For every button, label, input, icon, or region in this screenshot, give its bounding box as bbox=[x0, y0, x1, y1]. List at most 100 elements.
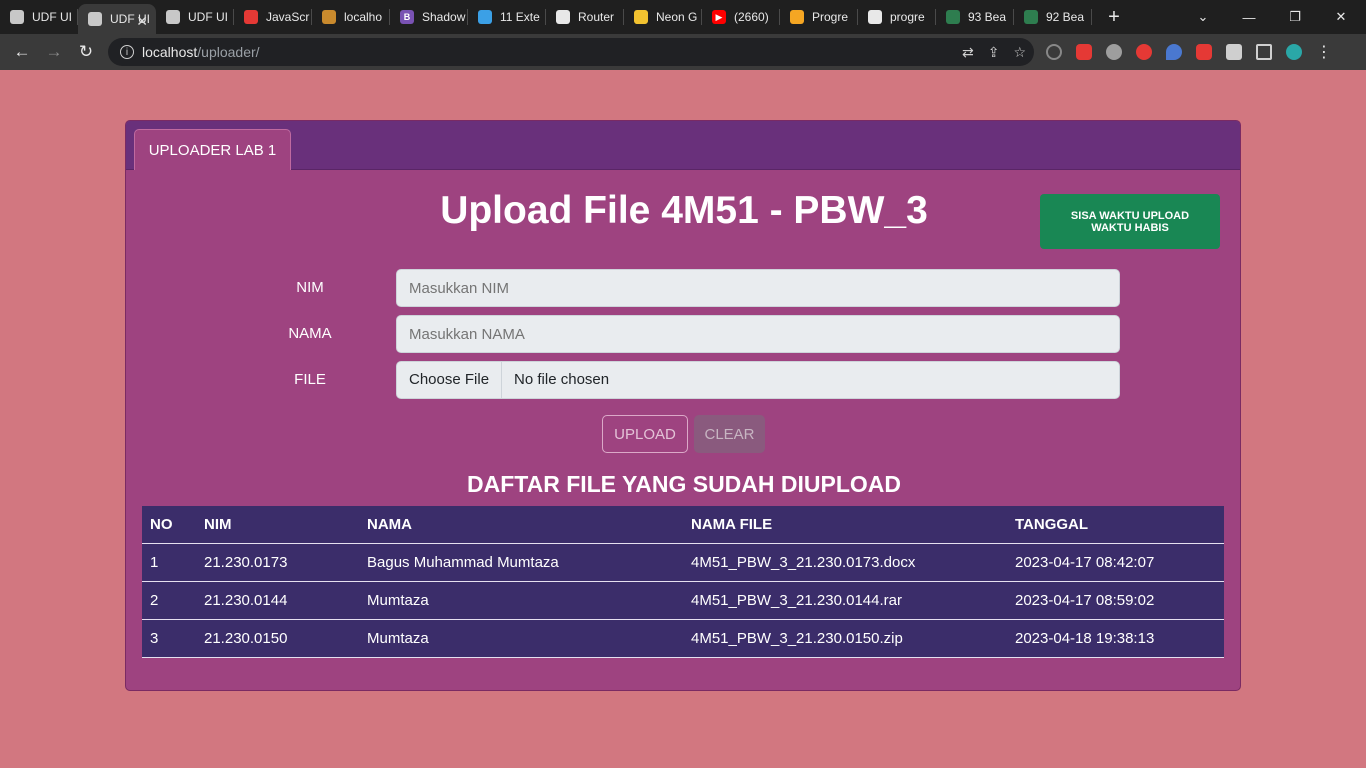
cell-tanggal: 2023-04-17 08:59:02 bbox=[1007, 581, 1224, 620]
header-tanggal: TANGGAL bbox=[1007, 506, 1224, 544]
cell-nim: 21.230.0144 bbox=[196, 581, 359, 620]
cell-nama: Mumtaza bbox=[359, 581, 683, 620]
url-host: localhost bbox=[142, 44, 198, 60]
refresh-ext-icon[interactable] bbox=[1046, 44, 1062, 60]
browser-tab[interactable]: progre bbox=[858, 0, 936, 34]
puzzle-extensions-icon[interactable] bbox=[1226, 44, 1242, 60]
header-nim: NIM bbox=[196, 506, 359, 544]
browser-tab[interactable]: UDF UI bbox=[0, 0, 78, 34]
browser-tab[interactable]: localho bbox=[312, 0, 390, 34]
cell-no: 3 bbox=[142, 619, 196, 658]
tab-favicon-icon bbox=[322, 10, 336, 24]
translate-icon[interactable]: ⇄ bbox=[962, 44, 974, 61]
location-ext-icon[interactable] bbox=[1166, 44, 1182, 60]
share-icon[interactable]: ⇪ bbox=[988, 44, 1000, 61]
browser-tab[interactable]: ▶ (2660) bbox=[702, 0, 780, 34]
cell-nama-file: 4M51_PBW_3_21.230.0150.zip bbox=[683, 619, 1007, 658]
browser-tab[interactable]: UDF UI bbox=[156, 0, 234, 34]
reload-icon[interactable]: ↻ bbox=[70, 42, 102, 62]
nama-label: NAMA bbox=[288, 325, 332, 342]
nama-input[interactable] bbox=[396, 315, 1120, 353]
cell-no: 1 bbox=[142, 543, 196, 582]
cell-nim: 21.230.0150 bbox=[196, 619, 359, 658]
tab-favicon-icon bbox=[244, 10, 258, 24]
clear-button[interactable]: CLEAR bbox=[694, 415, 765, 453]
cell-tanggal: 2023-04-17 08:42:07 bbox=[1007, 543, 1224, 582]
upload-timer-button[interactable]: SISA WAKTU UPLOAD WAKTU HABIS bbox=[1040, 194, 1220, 249]
browser-tab[interactable]: 93 Bea bbox=[936, 0, 1014, 34]
file-input[interactable]: Choose File No file chosen bbox=[396, 361, 1120, 399]
chat-ext-icon[interactable] bbox=[1136, 44, 1152, 60]
nim-input[interactable] bbox=[396, 269, 1120, 307]
menu-kebab-icon[interactable]: ⋮ bbox=[1316, 42, 1332, 62]
tab-favicon-icon bbox=[634, 10, 648, 24]
tab-favicon-icon bbox=[946, 10, 960, 24]
tab-favicon-icon bbox=[478, 10, 492, 24]
back-icon[interactable]: ← bbox=[6, 42, 38, 62]
url-path: /uploader/ bbox=[197, 44, 260, 60]
file-label: FILE bbox=[294, 371, 326, 388]
browser-tab[interactable]: JavaScr bbox=[234, 0, 312, 34]
browser-tab[interactable]: Router bbox=[546, 0, 624, 34]
cell-no: 2 bbox=[142, 581, 196, 620]
bookmark-star-icon[interactable]: ☆ bbox=[1013, 44, 1026, 61]
tab-favicon-icon bbox=[1024, 10, 1038, 24]
tab-title: Shadow bbox=[422, 10, 466, 24]
tab-title: Neon G bbox=[656, 10, 698, 24]
cell-nama: Bagus Muhammad Mumtaza bbox=[359, 543, 683, 582]
table-header-row: NO NIM NAMA NAMA FILE TANGGAL bbox=[142, 506, 1224, 544]
header-nama: NAMA bbox=[359, 506, 683, 544]
cell-nim: 21.230.0173 bbox=[196, 543, 359, 582]
choose-file-button[interactable]: Choose File bbox=[397, 362, 503, 398]
tab-favicon-icon bbox=[10, 10, 24, 24]
tab-uploader-lab-1[interactable]: UPLOADER LAB 1 bbox=[134, 129, 291, 170]
tab-title: (2660) bbox=[734, 10, 769, 24]
tab-search-icon[interactable]: ⌄ bbox=[1180, 9, 1226, 25]
nim-label: NIM bbox=[296, 279, 324, 296]
table-row: 2 21.230.0144 Mumtaza 4M51_PBW_3_21.230.… bbox=[142, 581, 1224, 620]
profile-avatar-icon[interactable] bbox=[1286, 44, 1302, 60]
file-status: No file chosen bbox=[514, 371, 610, 388]
browser-tab[interactable]: Progre bbox=[780, 0, 858, 34]
tab-title: progre bbox=[890, 10, 925, 24]
browser-tab[interactable]: UDF UI ✕ bbox=[78, 4, 156, 34]
site-info-icon[interactable]: i bbox=[120, 45, 134, 59]
browser-tab-strip: UDF UI UDF UI ✕ UDF UI JavaScr localho B Shadow… bbox=[0, 0, 1366, 34]
tab-favicon-icon bbox=[166, 10, 180, 24]
forward-icon[interactable]: → bbox=[38, 42, 70, 62]
timer-status: WAKTU HABIS bbox=[1091, 221, 1169, 234]
adblock-ext-icon[interactable] bbox=[1076, 44, 1092, 60]
address-bar[interactable]: i localhost/uploader/ ⇄ ⇪ ☆ bbox=[108, 38, 1034, 66]
uploaded-list-title: DAFTAR FILE YANG SUDAH DIUPLOAD bbox=[466, 471, 902, 497]
uploader-card: UPLOADER LAB 1 Upload File 4M51 - PBW_3 … bbox=[125, 120, 1241, 691]
new-tab-button[interactable]: + bbox=[1096, 6, 1132, 29]
browser-tab[interactable]: 92 Bea bbox=[1014, 0, 1092, 34]
side-panel-icon[interactable] bbox=[1256, 44, 1272, 60]
omnibox-actions: ⇄ ⇪ ☆ bbox=[962, 38, 1026, 66]
tab-title: 92 Bea bbox=[1046, 10, 1085, 24]
close-window-icon[interactable]: ✕ bbox=[1318, 9, 1364, 25]
cell-nama-file: 4M51_PBW_3_21.230.0144.rar bbox=[683, 581, 1007, 620]
cell-nama-file: 4M51_PBW_3_21.230.0173.docx bbox=[683, 543, 1007, 582]
tab-title: Progre bbox=[812, 10, 849, 24]
tab-favicon-icon: B bbox=[400, 10, 414, 24]
tab-favicon-icon bbox=[868, 10, 882, 24]
browser-tab[interactable]: Neon G bbox=[624, 0, 702, 34]
restore-icon[interactable]: ❐ bbox=[1272, 9, 1318, 25]
cell-nama: Mumtaza bbox=[359, 619, 683, 658]
globe-ext-icon[interactable] bbox=[1106, 44, 1122, 60]
cell-tanggal: 2023-04-18 19:38:13 bbox=[1007, 619, 1224, 658]
tab-title: JavaScr bbox=[266, 10, 310, 24]
tab-close-icon[interactable]: ✕ bbox=[136, 13, 148, 30]
extension-icons: ⋮ bbox=[1046, 34, 1332, 70]
tab-favicon-icon bbox=[556, 10, 570, 24]
table-row: 1 21.230.0173 Bagus Muhammad Mumtaza 4M5… bbox=[142, 543, 1224, 582]
browser-tab[interactable]: 11 Exte bbox=[468, 0, 546, 34]
stop-ext-icon[interactable] bbox=[1196, 44, 1212, 60]
browser-tab[interactable]: B Shadow bbox=[390, 0, 468, 34]
tab-favicon-icon bbox=[790, 10, 804, 24]
minimize-icon[interactable]: — bbox=[1226, 10, 1272, 25]
tab-favicon-icon bbox=[88, 12, 102, 26]
upload-button[interactable]: UPLOAD bbox=[602, 415, 688, 453]
table-row: 3 21.230.0150 Mumtaza 4M51_PBW_3_21.230.… bbox=[142, 619, 1224, 658]
